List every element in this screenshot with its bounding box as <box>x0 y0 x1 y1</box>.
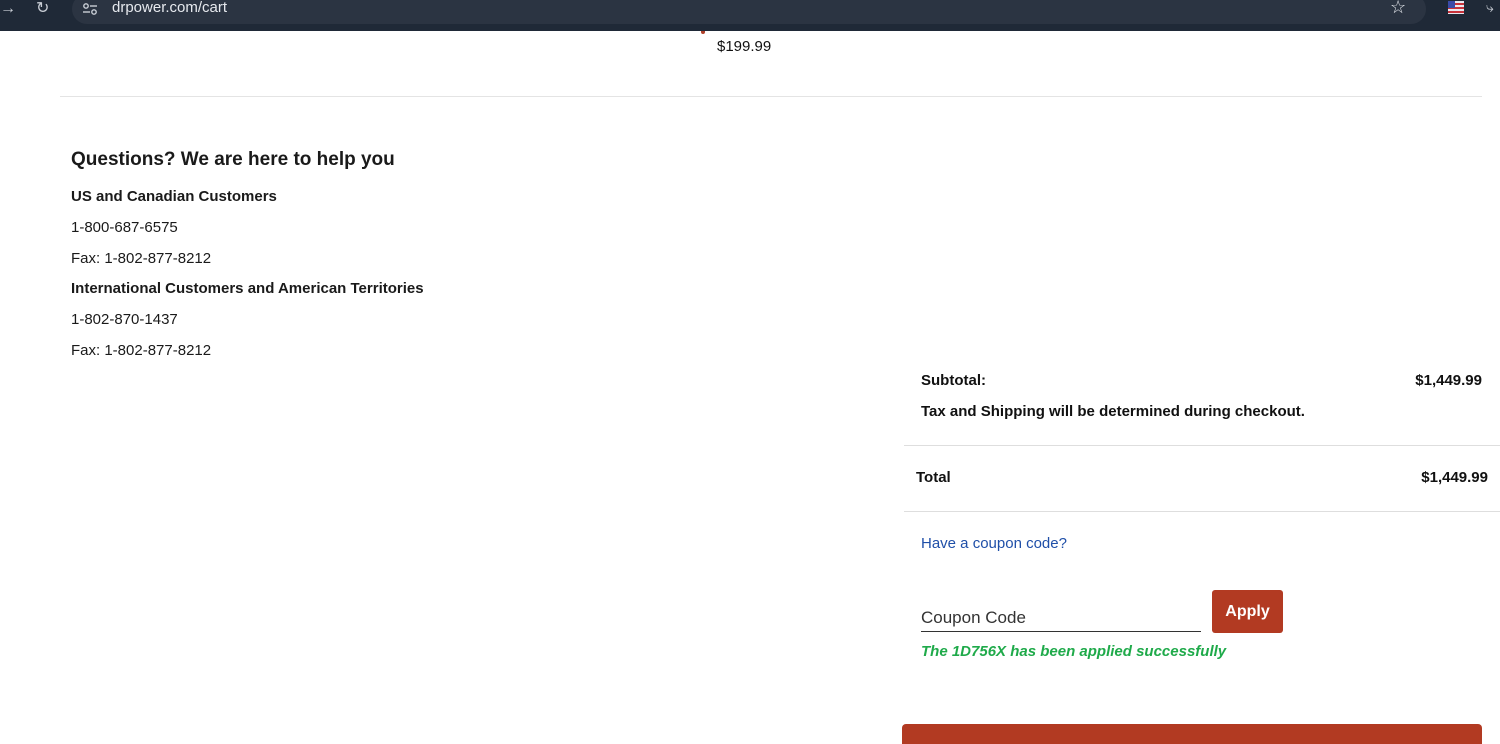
total-value: $1,449.99 <box>1421 469 1488 486</box>
item-price: $199.99 <box>717 38 772 55</box>
summary-divider <box>904 445 1500 446</box>
us-phone[interactable]: 1-800-687-6575 <box>71 219 178 236</box>
subtotal-value: $1,449.99 <box>1415 372 1482 389</box>
total-label: Total <box>916 469 951 486</box>
checkout-button[interactable] <box>902 724 1482 744</box>
intl-customers-heading: International Customers and American Ter… <box>71 280 424 297</box>
puzzle-icon[interactable]: ⤷ <box>1486 0 1494 14</box>
us-customers-heading: US and Canadian Customers <box>71 188 277 205</box>
address-bar[interactable]: drpower.com/cart <box>72 0 1426 24</box>
coupon-toggle-link[interactable]: Have a coupon code? <box>921 535 1067 552</box>
us-fax: Fax: 1-802-877-8212 <box>71 250 212 267</box>
site-info-icon[interactable] <box>82 2 98 16</box>
url-text[interactable]: drpower.com/cart <box>112 0 227 16</box>
reload-icon[interactable]: ↻ <box>36 1 49 17</box>
price-marker <box>701 31 705 34</box>
arrow-right-icon[interactable]: → <box>0 1 16 17</box>
flag-extension-icon[interactable] <box>1448 1 1464 14</box>
browser-toolbar: → ↻ drpower.com/cart ☆ ⤷ <box>0 0 1500 31</box>
tax-shipping-note: Tax and Shipping will be determined duri… <box>921 403 1305 420</box>
intl-fax: Fax: 1-802-877-8212 <box>71 342 212 359</box>
intl-phone[interactable]: 1-802-870-1437 <box>71 311 178 328</box>
coupon-success-message: The 1D756X has been applied successfully <box>921 643 1227 660</box>
section-divider <box>60 96 1482 97</box>
coupon-code-input[interactable] <box>921 604 1201 632</box>
summary-divider <box>904 511 1500 512</box>
apply-coupon-button[interactable]: Apply <box>1212 590 1283 633</box>
star-icon[interactable]: ☆ <box>1390 0 1406 16</box>
subtotal-label: Subtotal: <box>921 372 986 389</box>
help-title: Questions? We are here to help you <box>71 149 395 170</box>
